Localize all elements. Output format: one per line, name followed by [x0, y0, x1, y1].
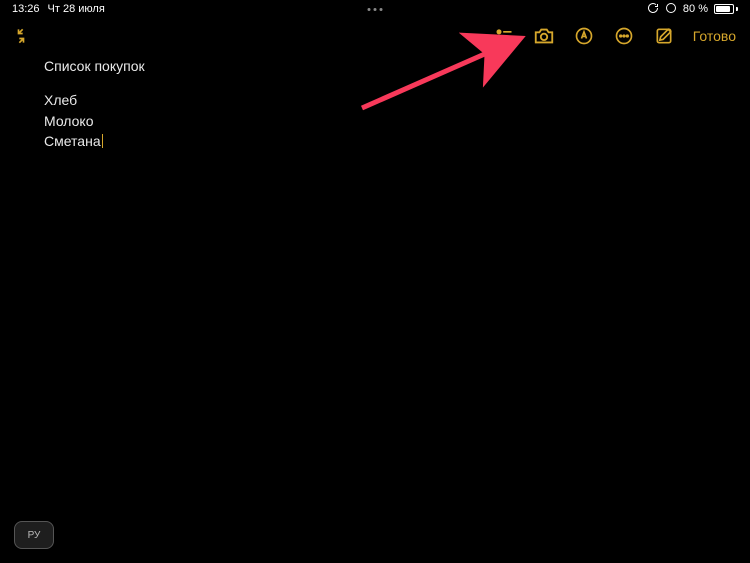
status-bar: 13:26 Чт 28 июля 80 % [0, 0, 750, 18]
keyboard-language-button[interactable]: РУ [14, 521, 54, 549]
note-line: Молоко [44, 111, 730, 131]
text-cursor [102, 134, 104, 148]
markup-icon[interactable] [573, 25, 595, 47]
orientation-lock-icon [647, 2, 659, 17]
note-line: Сметана [44, 131, 730, 151]
done-button[interactable]: Готово [693, 28, 736, 44]
note-line: Хлеб [44, 90, 730, 110]
battery-icon [714, 4, 738, 14]
camera-icon[interactable] [533, 25, 555, 47]
sync-icon [665, 2, 677, 17]
keyboard-language-label: РУ [28, 530, 41, 541]
checklist-icon[interactable] [493, 25, 515, 47]
status-right: 80 % [647, 2, 738, 17]
status-time: 13:26 [12, 3, 40, 15]
compose-icon[interactable] [653, 25, 675, 47]
status-left: 13:26 Чт 28 июля [12, 3, 105, 15]
battery-percent: 80 % [683, 3, 708, 15]
note-body[interactable]: Список покупок Хлеб Молоко Сметана [44, 56, 730, 151]
note-title: Список покупок [44, 56, 730, 76]
toolbar: Готово [0, 18, 750, 54]
multitask-dots-icon[interactable] [368, 8, 383, 11]
status-date: Чт 28 июля [48, 3, 105, 15]
collapse-icon[interactable] [10, 25, 32, 47]
more-icon[interactable] [613, 25, 635, 47]
